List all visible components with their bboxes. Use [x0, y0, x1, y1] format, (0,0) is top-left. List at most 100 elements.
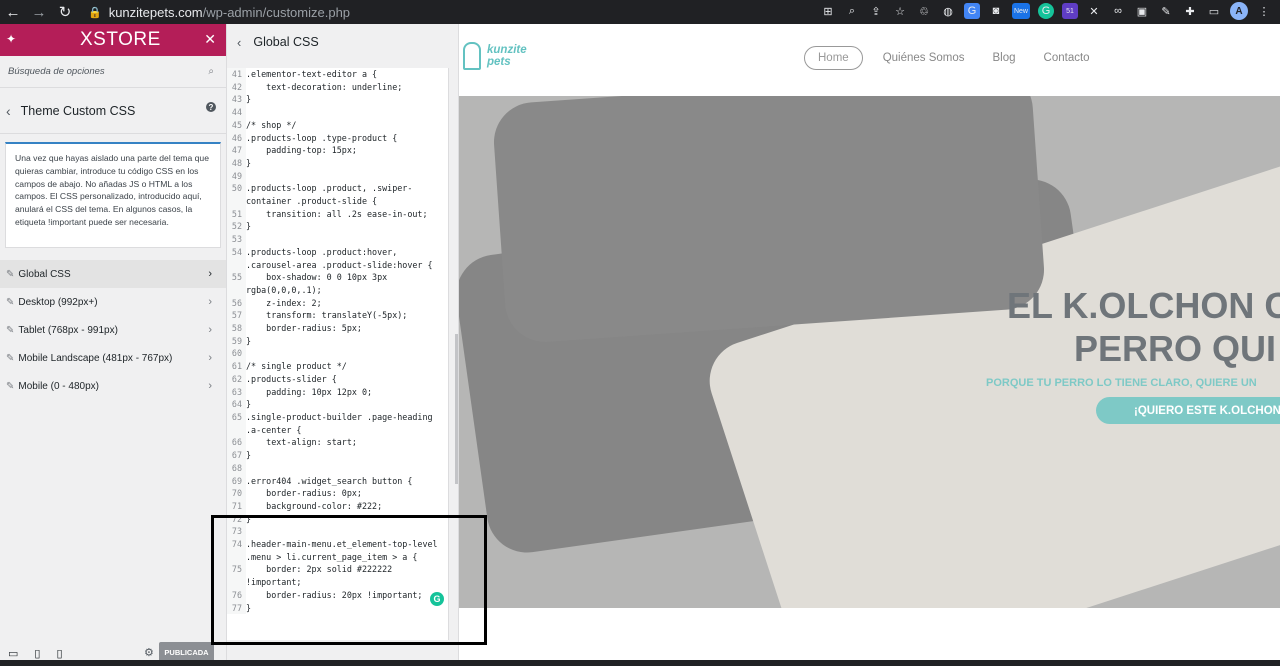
- grammarly-extension-icon[interactable]: G: [1038, 3, 1054, 19]
- code-line[interactable]: 68: [227, 461, 448, 475]
- code-line[interactable]: 57 transform: translateY(-5px);: [227, 309, 448, 323]
- infinity-extension-icon[interactable]: ∞: [1110, 3, 1126, 19]
- code-line[interactable]: 76 border-radius: 20px !important;: [227, 588, 448, 602]
- share-icon[interactable]: ⇪: [868, 3, 884, 19]
- code-line[interactable]: 52}: [227, 220, 448, 234]
- code-line[interactable]: 41 .elementor-text-editor a {: [227, 68, 448, 81]
- back-chevron-icon[interactable]: ‹: [237, 35, 241, 50]
- publish-button[interactable]: PUBLICADA: [159, 642, 214, 662]
- code-line[interactable]: 43}: [227, 93, 448, 107]
- forward-arrow-icon[interactable]: →: [26, 4, 52, 21]
- code-line[interactable]: 55 box-shadow: 0 0 10px 3px: [227, 271, 448, 284]
- menu-item-global-css[interactable]: ✎ Global CSS ›: [0, 260, 226, 288]
- code-line[interactable]: !important;: [227, 576, 448, 589]
- code-line[interactable]: 71 background-color: #222;: [227, 499, 448, 513]
- editor-scrollbar[interactable]: [455, 334, 458, 484]
- tablet-preview-icon[interactable]: ▯: [34, 647, 40, 660]
- nav-item-home[interactable]: Home: [804, 46, 863, 70]
- code-line[interactable]: 59}: [227, 334, 448, 348]
- code-line[interactable]: 70 border-radius: 0px;: [227, 487, 448, 500]
- code-line[interactable]: rgba(0,0,0,.1);: [227, 283, 448, 297]
- nav-item-contacto[interactable]: Contacto: [1030, 46, 1104, 70]
- code-line[interactable]: 75 border: 2px solid #222222: [227, 563, 448, 577]
- code-line[interactable]: 53: [227, 233, 448, 246]
- line-number: 73: [227, 525, 246, 539]
- sidepanel-icon[interactable]: ▭: [1206, 3, 1222, 19]
- code-line[interactable]: 46 .products-loop .type-product {: [227, 131, 448, 145]
- code-line[interactable]: 47 padding-top: 15px;: [227, 144, 448, 157]
- address-bar[interactable]: 🔒 kunzitepets.com /wp-admin/customize.ph…: [88, 5, 350, 20]
- code-line[interactable]: 62 .products-slider {: [227, 372, 448, 386]
- code-line[interactable]: 60: [227, 347, 448, 361]
- css-editor-panel: ‹ Global CSS 41 .elementor-text-editor a …: [227, 24, 459, 666]
- code-line[interactable]: 74 .header-main-menu.et_element-top-level: [227, 538, 448, 551]
- desktop-preview-icon[interactable]: ▭: [8, 647, 18, 660]
- menu-item-desktop[interactable]: ✎ Desktop (992px+) ›: [0, 288, 226, 316]
- counter-extension-icon[interactable]: 51: [1062, 3, 1078, 19]
- code-line[interactable]: 61/* single product */: [227, 360, 448, 373]
- pin-icon[interactable]: ✦: [6, 32, 16, 46]
- code-line[interactable]: 72}: [227, 512, 448, 526]
- back-arrow-icon[interactable]: ←: [0, 4, 26, 21]
- reload-icon[interactable]: ↻: [52, 3, 78, 21]
- hero-cta-button[interactable]: ¡QUIERO ESTE K.OLCHON: [1096, 397, 1280, 424]
- search-icon[interactable]: ⌕: [208, 66, 214, 77]
- globe-extension-icon[interactable]: ◍: [940, 3, 956, 19]
- profile-avatar[interactable]: A: [1230, 2, 1248, 20]
- code-line[interactable]: 44: [227, 106, 448, 119]
- code-text: }: [246, 450, 252, 461]
- code-line[interactable]: 66 text-align: start;: [227, 436, 448, 450]
- mobile-preview-icon[interactable]: ▯: [56, 647, 62, 660]
- menu-item-mobile-landscape[interactable]: ✎ Mobile Landscape (481px - 767px) ›: [0, 344, 226, 372]
- back-chevron-icon[interactable]: ‹: [6, 103, 11, 119]
- code-text: padding-top: 15px;: [246, 145, 357, 156]
- nav-item-quienes-somos[interactable]: Quiénes Somos: [869, 46, 979, 70]
- code-line[interactable]: 49: [227, 169, 448, 183]
- code-line[interactable]: 67}: [227, 449, 448, 462]
- camera-extension-icon[interactable]: ◙: [988, 3, 1004, 19]
- code-line[interactable]: 54 .products-loop .product:hover,: [227, 245, 448, 259]
- taskbar-strip: [0, 660, 1280, 666]
- code-line[interactable]: 56 z-index: 2;: [227, 296, 448, 310]
- puzzle-extension-icon[interactable]: ✕: [1086, 3, 1102, 19]
- google-extension-icon[interactable]: G: [964, 3, 980, 19]
- help-icon[interactable]: ?: [206, 102, 216, 112]
- code-line[interactable]: 42 text-decoration: underline;: [227, 80, 448, 94]
- site-logo[interactable]: kunzite pets: [463, 42, 527, 70]
- screen-extension-icon[interactable]: ▣: [1134, 3, 1150, 19]
- nav-item-blog[interactable]: Blog: [979, 46, 1030, 70]
- code-line[interactable]: 51 transition: all .2s ease-in-out;: [227, 207, 448, 221]
- menu-item-tablet[interactable]: ✎ Tablet (768px - 991px) ›: [0, 316, 226, 344]
- line-number: 60: [227, 347, 246, 361]
- code-line[interactable]: 48}: [227, 156, 448, 170]
- zoom-icon[interactable]: ⌕: [844, 3, 860, 19]
- pencil-icon: ✎: [6, 324, 15, 336]
- code-line[interactable]: 77}: [227, 601, 448, 615]
- code-line[interactable]: 63 padding: 10px 12px 0;: [227, 385, 448, 399]
- code-line[interactable]: 58 border-radius: 5px;: [227, 322, 448, 335]
- bookmark-star-icon[interactable]: ☆: [892, 3, 908, 19]
- code-line[interactable]: 50 .products-loop .product, .swiper-: [227, 182, 448, 196]
- code-line[interactable]: 45/* shop */: [227, 118, 448, 132]
- more-menu-icon[interactable]: ⋮: [1256, 3, 1272, 19]
- pen-extension-icon[interactable]: ✎: [1158, 3, 1174, 19]
- grammarly-icon[interactable]: G: [430, 592, 444, 606]
- code-line[interactable]: 65 .single-product-builder .page-heading: [227, 410, 448, 424]
- menu-item-mobile[interactable]: ✎ Mobile (0 - 480px) ›: [0, 372, 226, 400]
- options-search-input[interactable]: Búsqueda de opciones ⌕: [0, 56, 226, 88]
- gear-icon[interactable]: ⚙: [144, 646, 154, 659]
- close-icon[interactable]: ✕: [204, 31, 216, 48]
- code-line[interactable]: .carousel-area .product-slide:hover {: [227, 258, 448, 272]
- code-line[interactable]: 69 .error404 .widget_search button {: [227, 474, 448, 488]
- translate-icon[interactable]: ⊞: [820, 3, 836, 19]
- extensions-puzzle-icon[interactable]: ✚: [1182, 3, 1198, 19]
- code-line[interactable]: 64}: [227, 398, 448, 411]
- line-number: 76: [227, 588, 246, 602]
- recycle-extension-icon[interactable]: ♲: [916, 3, 932, 19]
- css-code-editor[interactable]: 41 .elementor-text-editor a {42 text-deco…: [227, 68, 449, 640]
- code-line[interactable]: .a-center {: [227, 423, 448, 437]
- code-line[interactable]: .menu > li.current_page_item > a {: [227, 550, 448, 564]
- code-line[interactable]: 73: [227, 525, 448, 539]
- new-badge-extension-icon[interactable]: New: [1012, 3, 1030, 19]
- code-line[interactable]: container .product-slide {: [227, 195, 448, 208]
